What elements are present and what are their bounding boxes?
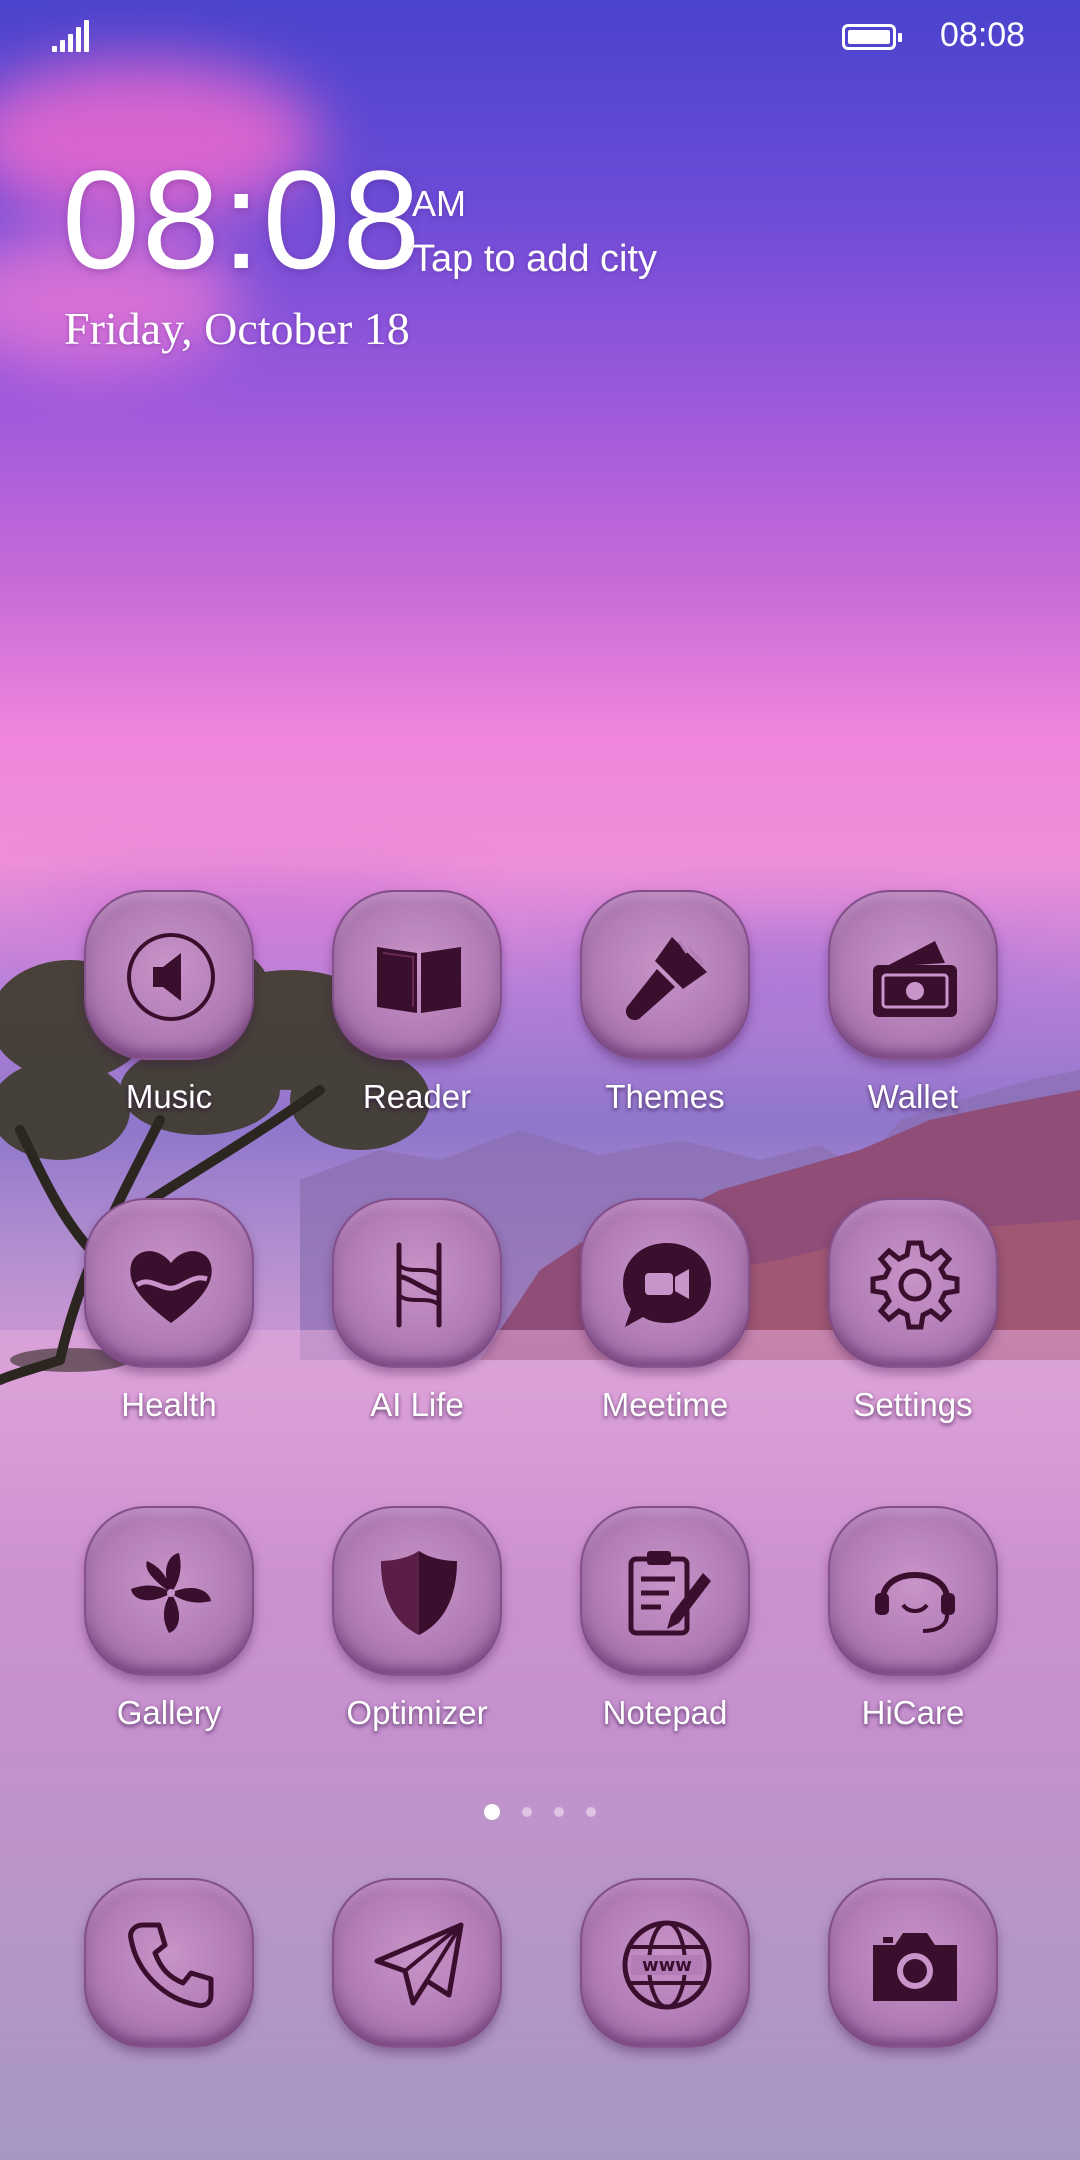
page-dot[interactable] — [586, 1807, 596, 1817]
signal-icon — [52, 20, 92, 52]
app-tile[interactable] — [580, 1198, 750, 1368]
app-tile[interactable] — [84, 1878, 254, 2048]
app-label: AI Life — [370, 1386, 464, 1423]
status-time: 08:08 — [940, 16, 1026, 54]
clock-time[interactable]: 08:08 — [62, 150, 422, 290]
app-health[interactable]: Health — [84, 1198, 254, 1423]
app-tile[interactable] — [332, 1878, 502, 2048]
camera-icon — [873, 1933, 957, 2001]
app-tile[interactable] — [332, 1198, 502, 1368]
app-wallet[interactable]: Wallet — [828, 890, 998, 1115]
headset-icon — [875, 1572, 955, 1633]
page-dot[interactable] — [522, 1807, 532, 1817]
app-tile[interactable] — [580, 890, 750, 1060]
app-tile[interactable] — [828, 1198, 998, 1368]
app-tile[interactable] — [332, 890, 502, 1060]
app-label: Wallet — [867, 1078, 959, 1115]
app-label: Reader — [362, 1078, 472, 1115]
home-screen: 08:08 08:08 AM Tap to add city Friday, O… — [0, 0, 1080, 2160]
speaker-icon — [127, 933, 215, 1021]
app-tile[interactable] — [828, 890, 998, 1060]
app-label: Notepad — [602, 1694, 728, 1731]
app-tile[interactable] — [828, 1506, 998, 1676]
app-ai-life[interactable]: AI Life — [332, 1198, 502, 1423]
dock-camera[interactable] — [828, 1878, 998, 2098]
gear-icon — [870, 1240, 960, 1330]
paper-plane-icon — [374, 1922, 464, 2006]
status-bar: 08:08 — [0, 0, 1080, 72]
dock-browser[interactable]: www — [580, 1878, 750, 2098]
app-label: Music — [125, 1078, 213, 1115]
app-gallery[interactable]: Gallery — [84, 1506, 254, 1731]
page-dot[interactable] — [554, 1807, 564, 1817]
app-tile[interactable]: www — [580, 1878, 750, 2048]
svg-text:www: www — [642, 1955, 692, 1976]
app-label: Optimizer — [346, 1694, 488, 1731]
app-label: Health — [121, 1386, 217, 1423]
brush-icon — [625, 937, 707, 1021]
video-chat-icon — [623, 1243, 711, 1327]
page-indicator[interactable] — [482, 1803, 602, 1823]
app-notepad[interactable]: Notepad — [580, 1506, 750, 1731]
app-label: Settings — [853, 1386, 973, 1423]
app-music[interactable]: Music — [84, 890, 254, 1115]
clock-date[interactable]: Friday, October 18 — [64, 302, 410, 355]
app-label: Gallery — [116, 1694, 222, 1731]
clock-ampm: AM — [412, 183, 466, 224]
app-tile[interactable] — [84, 1198, 254, 1368]
wallet-icon — [873, 941, 957, 1017]
globe-www-icon: www — [622, 1920, 712, 2010]
battery-full-icon — [842, 24, 902, 50]
shield-icon — [381, 1551, 457, 1635]
book-icon — [377, 947, 461, 1013]
app-hicare[interactable]: HiCare — [828, 1506, 998, 1731]
app-meetime[interactable]: Meetime — [580, 1198, 750, 1423]
flower-icon — [131, 1553, 211, 1633]
app-reader[interactable]: Reader — [332, 890, 502, 1115]
ai-life-icon — [396, 1242, 442, 1328]
dock-messages[interactable] — [332, 1878, 502, 2098]
app-tile[interactable] — [332, 1506, 502, 1676]
heart-icon — [130, 1251, 212, 1323]
app-tile[interactable] — [580, 1506, 750, 1676]
dock-phone[interactable] — [84, 1878, 254, 2098]
app-themes[interactable]: Themes — [580, 890, 750, 1115]
app-settings[interactable]: Settings — [828, 1198, 998, 1423]
phone-icon — [128, 1922, 214, 2008]
app-optimizer[interactable]: Optimizer — [332, 1506, 502, 1731]
notepad-icon — [628, 1551, 711, 1636]
app-label: Meetime — [601, 1386, 729, 1423]
app-tile[interactable] — [84, 1506, 254, 1676]
app-tile[interactable] — [828, 1878, 998, 2048]
add-city-link[interactable]: Tap to add city — [412, 238, 657, 281]
app-tile[interactable] — [84, 890, 254, 1060]
app-label: HiCare — [861, 1694, 965, 1731]
page-dot-active[interactable] — [484, 1804, 500, 1820]
app-label: Themes — [605, 1078, 725, 1115]
